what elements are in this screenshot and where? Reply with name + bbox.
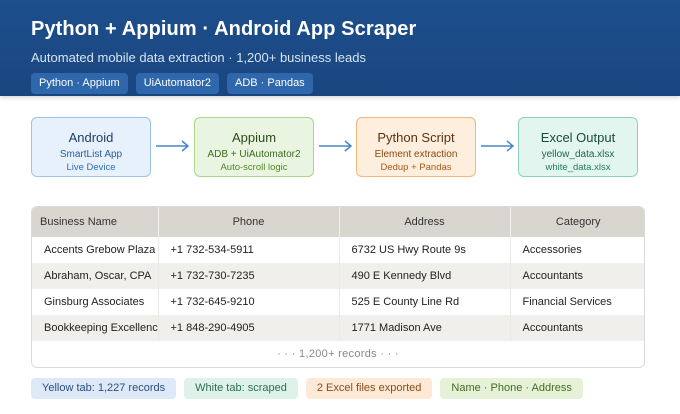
flow-box-line1: ADB + UiAutomator2: [207, 149, 301, 160]
flow-box-title: Appium: [231, 130, 277, 145]
cell-business-name: Bookkeeping Excellence: [32, 315, 159, 341]
cell-phone: +1 732-534-5911: [158, 237, 340, 263]
cell-address: 6732 US Hwy Route 9s: [339, 237, 511, 263]
pipeline-flow: Android SmartList App Live Device Appium…: [31, 117, 645, 179]
cell-phone: +1 848-290-4905: [158, 315, 340, 341]
flow-box-python: Python Script Element extraction Dedup +…: [356, 117, 476, 177]
flow-box-title: Excel Output: [540, 130, 616, 145]
column-header: Phone: [158, 207, 340, 237]
flow-box-line2: Auto-scroll logic: [220, 162, 288, 173]
flow-box-title: Android: [68, 130, 114, 145]
flow-box-line2: Dedup + Pandas: [380, 162, 452, 173]
column-header: Business Name: [32, 207, 159, 237]
flow-box-excel: Excel Output yellow_data.xlsx white_data…: [518, 117, 638, 177]
cell-business-name: Ginsburg Associates: [32, 289, 159, 315]
table-row: Ginsburg Associates +1 732-645-9210 525 …: [32, 289, 644, 315]
table-header-row: Business Name Phone Address Category: [32, 207, 644, 237]
tech-tag: UiAutomator2: [135, 73, 219, 94]
summary-pills: Yellow tab: 1,227 records White tab: scr…: [31, 378, 583, 399]
tech-tag: ADB · Pandas: [226, 73, 313, 94]
cell-business-name: Abraham, Oscar, CPA: [32, 263, 159, 289]
flow-box-appium: Appium ADB + UiAutomator2 Auto-scroll lo…: [194, 117, 314, 177]
arrow-right-icon: [319, 140, 353, 152]
table-row: Bookkeeping Excellence +1 848-290-4905 1…: [32, 315, 644, 341]
cell-category: Accountants: [510, 315, 644, 341]
cell-phone: +1 732-645-9210: [158, 289, 340, 315]
cell-business-name: Accents Grebow Plaza: [32, 237, 159, 263]
flow-box-title: Python Script: [377, 130, 455, 145]
flow-box-line1: yellow_data.xlsx: [541, 149, 615, 160]
flow-box-line2: white_data.xlsx: [545, 162, 611, 173]
flow-box-android: Android SmartList App Live Device: [31, 117, 151, 177]
more-records-indicator: · · · 1,200+ records · · ·: [277, 348, 399, 360]
summary-pill: White tab: scraped: [184, 378, 298, 399]
cell-address: 525 E County Line Rd: [339, 289, 511, 315]
cell-category: Accessories: [510, 237, 644, 263]
flow-box-line1: Element extraction: [374, 149, 458, 160]
cell-address: 1771 Madison Ave: [339, 315, 511, 341]
flow-box-line2: Live Device: [66, 162, 116, 173]
cell-address: 490 E Kennedy Blvd: [339, 263, 511, 289]
summary-pill: 2 Excel files exported: [305, 378, 433, 399]
cell-category: Financial Services: [510, 289, 644, 315]
page-title: Python + Appium · Android App Scraper: [31, 18, 417, 40]
column-header: Category: [510, 207, 644, 237]
cell-category: Accountants: [510, 263, 644, 289]
cell-phone: +1 732-730-7235: [158, 263, 340, 289]
flow-box-line1: SmartList App: [59, 149, 123, 160]
header-banner: Python + Appium · Android App Scraper Au…: [0, 0, 680, 96]
table-row: Accents Grebow Plaza +1 732-534-5911 673…: [32, 237, 644, 263]
data-table: Business Name Phone Address Category Acc…: [31, 206, 645, 368]
tech-tag: Python · Appium: [31, 73, 128, 94]
arrow-right-icon: [156, 140, 190, 152]
arrow-right-icon: [481, 140, 515, 152]
summary-pill: Name · Phone · Address: [440, 378, 583, 399]
summary-pill: Yellow tab: 1,227 records: [31, 378, 177, 399]
page-subtitle: Automated mobile data extraction · 1,200…: [31, 50, 366, 65]
column-header: Address: [339, 207, 511, 237]
table-row: Abraham, Oscar, CPA +1 732-730-7235 490 …: [32, 263, 644, 289]
tech-tags: Python · Appium UiAutomator2 ADB · Panda…: [31, 73, 313, 94]
